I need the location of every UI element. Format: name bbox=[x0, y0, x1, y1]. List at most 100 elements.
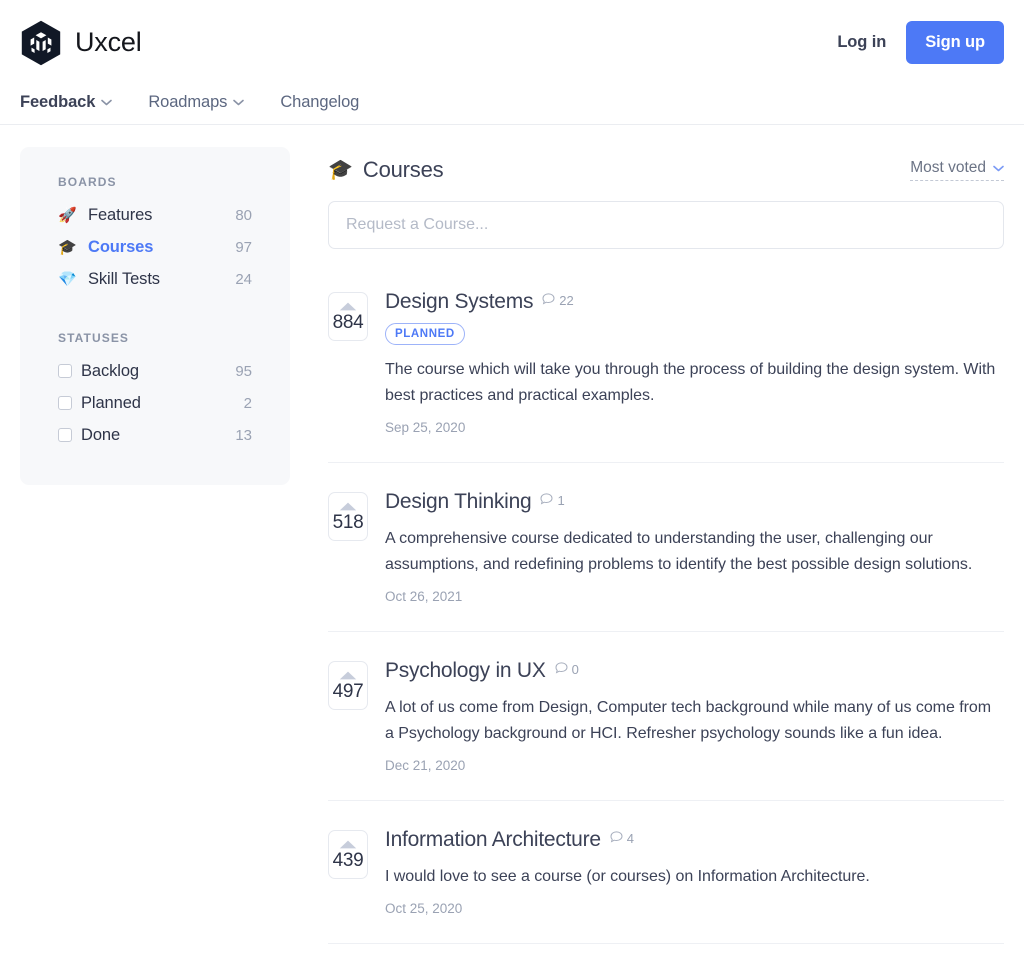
post-title-row: Design Systems 22 bbox=[385, 290, 1004, 314]
checkbox-icon[interactable] bbox=[58, 428, 72, 442]
status-filter-label: Backlog bbox=[81, 361, 140, 380]
post-body: Design Systems 22 PLANNED The course whi… bbox=[385, 290, 1004, 435]
nav-item-changelog[interactable]: Changelog bbox=[280, 93, 359, 116]
board-header: 🎓 Courses Most voted bbox=[328, 157, 1004, 183]
comment-bubble-icon bbox=[542, 293, 555, 308]
upvote-arrow-icon bbox=[329, 502, 367, 511]
sidebar-statuses-section: STATUSES Backlog 95 Planned 2 Done 13 bbox=[42, 331, 268, 451]
gem-icon: 💎 bbox=[58, 270, 77, 288]
chevron-down-icon bbox=[101, 99, 113, 106]
status-filter-count: 95 bbox=[235, 362, 252, 380]
header-actions: Log in Sign up bbox=[837, 21, 1004, 64]
sidebar-item-features[interactable]: 🚀 Features 80 bbox=[42, 199, 268, 231]
login-link[interactable]: Log in bbox=[837, 33, 886, 52]
post-body: Psychology in UX 0 A lot of us come from… bbox=[385, 659, 1004, 773]
post-body: Information Architecture 4 I would love … bbox=[385, 828, 1004, 916]
comment-bubble-icon bbox=[610, 831, 623, 846]
comment-count[interactable]: 0 bbox=[555, 662, 579, 677]
sidebar-item-label: Courses bbox=[88, 237, 154, 256]
post-item[interactable]: 518 Design Thinking 1 A comprehensive co… bbox=[328, 463, 1004, 632]
site-header: Uxcel Log in Sign up bbox=[0, 0, 1024, 85]
sidebar-boards-section: BOARDS 🚀 Features 80 🎓 Courses 97 💎 Skil… bbox=[42, 175, 268, 295]
nav-item-label: Changelog bbox=[280, 93, 360, 111]
sidebar-item-count: 80 bbox=[235, 206, 252, 224]
post-title-row: Information Architecture 4 bbox=[385, 828, 1004, 852]
main-nav: Feedback Roadmaps Changelog bbox=[0, 85, 1024, 125]
brand-name: Uxcel bbox=[75, 27, 142, 57]
post-title[interactable]: Information Architecture bbox=[385, 828, 601, 852]
status-filter-done[interactable]: Done 13 bbox=[42, 419, 268, 451]
sort-dropdown[interactable]: Most voted bbox=[910, 159, 1004, 181]
request-course-input[interactable] bbox=[328, 201, 1004, 249]
post-date: Oct 26, 2021 bbox=[385, 589, 463, 604]
post-date: Oct 25, 2020 bbox=[385, 900, 463, 916]
comment-count-value: 0 bbox=[571, 662, 579, 677]
comment-bubble-icon bbox=[555, 662, 568, 677]
page-body: BOARDS 🚀 Features 80 🎓 Courses 97 💎 Skil… bbox=[0, 125, 1024, 944]
checkbox-icon[interactable] bbox=[58, 396, 72, 410]
status-filter-planned[interactable]: Planned 2 bbox=[42, 387, 268, 419]
upvote-button[interactable]: 518 bbox=[328, 492, 368, 542]
chevron-down-icon bbox=[993, 165, 1004, 172]
post-title-row: Design Thinking 1 bbox=[385, 490, 1004, 514]
sidebar-item-label: Features bbox=[88, 205, 153, 224]
upvote-arrow-icon bbox=[329, 671, 367, 680]
post-date: Sep 25, 2020 bbox=[385, 420, 466, 436]
page-title: Courses bbox=[362, 157, 444, 182]
vote-count: 439 bbox=[332, 849, 364, 871]
post-title[interactable]: Design Systems bbox=[385, 290, 533, 314]
graduation-cap-icon: 🎓 bbox=[58, 238, 77, 256]
post-title[interactable]: Psychology in UX bbox=[385, 659, 546, 683]
post-item[interactable]: 884 Design Systems 22 PLANNED The course bbox=[328, 263, 1004, 464]
main-content: 🎓 Courses Most voted 884 bbox=[328, 147, 1004, 944]
vote-count: 518 bbox=[332, 512, 364, 534]
nav-item-label: Feedback bbox=[20, 93, 96, 111]
upvote-arrow-icon bbox=[329, 840, 367, 849]
upvote-button[interactable]: 884 bbox=[328, 292, 368, 341]
checkbox-icon[interactable] bbox=[58, 364, 72, 378]
upvote-button[interactable]: 439 bbox=[328, 829, 368, 879]
upvote-arrow-icon bbox=[329, 302, 367, 311]
sidebar-item-count: 97 bbox=[235, 238, 252, 256]
status-filter-backlog[interactable]: Backlog 95 bbox=[42, 355, 268, 387]
comment-count[interactable]: 4 bbox=[610, 831, 634, 846]
brand[interactable]: Uxcel bbox=[20, 20, 142, 66]
status-filter-label: Done bbox=[81, 425, 121, 444]
nav-item-roadmaps[interactable]: Roadmaps bbox=[148, 93, 245, 116]
vote-count: 884 bbox=[332, 312, 364, 333]
sidebar-statuses-title: STATUSES bbox=[58, 331, 130, 345]
comment-count[interactable]: 22 bbox=[542, 293, 574, 308]
status-filter-count: 2 bbox=[243, 394, 252, 412]
status-filter-count: 13 bbox=[235, 426, 252, 444]
sidebar-boards-title: BOARDS bbox=[58, 175, 117, 189]
sidebar: BOARDS 🚀 Features 80 🎓 Courses 97 💎 Skil… bbox=[20, 147, 290, 485]
nav-item-label: Roadmaps bbox=[148, 93, 228, 111]
sidebar-item-courses[interactable]: 🎓 Courses 97 bbox=[42, 231, 268, 263]
post-item[interactable]: 497 Psychology in UX 0 A lot of us come … bbox=[328, 632, 1004, 801]
sort-dropdown-label: Most voted bbox=[910, 159, 986, 176]
comment-count-value: 1 bbox=[557, 493, 565, 509]
comment-bubble-icon bbox=[540, 493, 553, 508]
post-item[interactable]: 439 Information Architecture 4 I would l… bbox=[328, 801, 1004, 944]
post-title-row: Psychology in UX 0 bbox=[385, 659, 1004, 683]
rocket-icon: 🚀 bbox=[58, 206, 77, 224]
post-body: Design Thinking 1 A comprehensive course… bbox=[385, 490, 1004, 604]
post-description: A comprehensive course dedicated to unde… bbox=[385, 530, 973, 574]
post-title[interactable]: Design Thinking bbox=[385, 490, 532, 514]
upvote-button[interactable]: 497 bbox=[328, 661, 368, 710]
post-description: The course which will take you through t… bbox=[385, 361, 996, 405]
vote-count: 497 bbox=[332, 681, 364, 702]
nav-item-feedback[interactable]: Feedback bbox=[20, 93, 113, 116]
chevron-down-icon bbox=[233, 99, 245, 106]
uxcel-hexagon-logo-icon bbox=[20, 20, 62, 66]
comment-count[interactable]: 1 bbox=[540, 493, 565, 509]
status-badge: PLANNED bbox=[385, 323, 465, 346]
comment-count-value: 4 bbox=[626, 830, 635, 846]
post-date: Dec 21, 2020 bbox=[385, 757, 466, 773]
status-filter-label: Planned bbox=[81, 393, 141, 412]
post-list: 884 Design Systems 22 PLANNED The course bbox=[328, 263, 1004, 944]
signup-button[interactable]: Sign up bbox=[906, 21, 1004, 64]
sidebar-item-count: 24 bbox=[235, 270, 252, 288]
graduation-cap-icon: 🎓 bbox=[328, 159, 353, 181]
sidebar-item-skill-tests[interactable]: 💎 Skill Tests 24 bbox=[42, 263, 268, 295]
